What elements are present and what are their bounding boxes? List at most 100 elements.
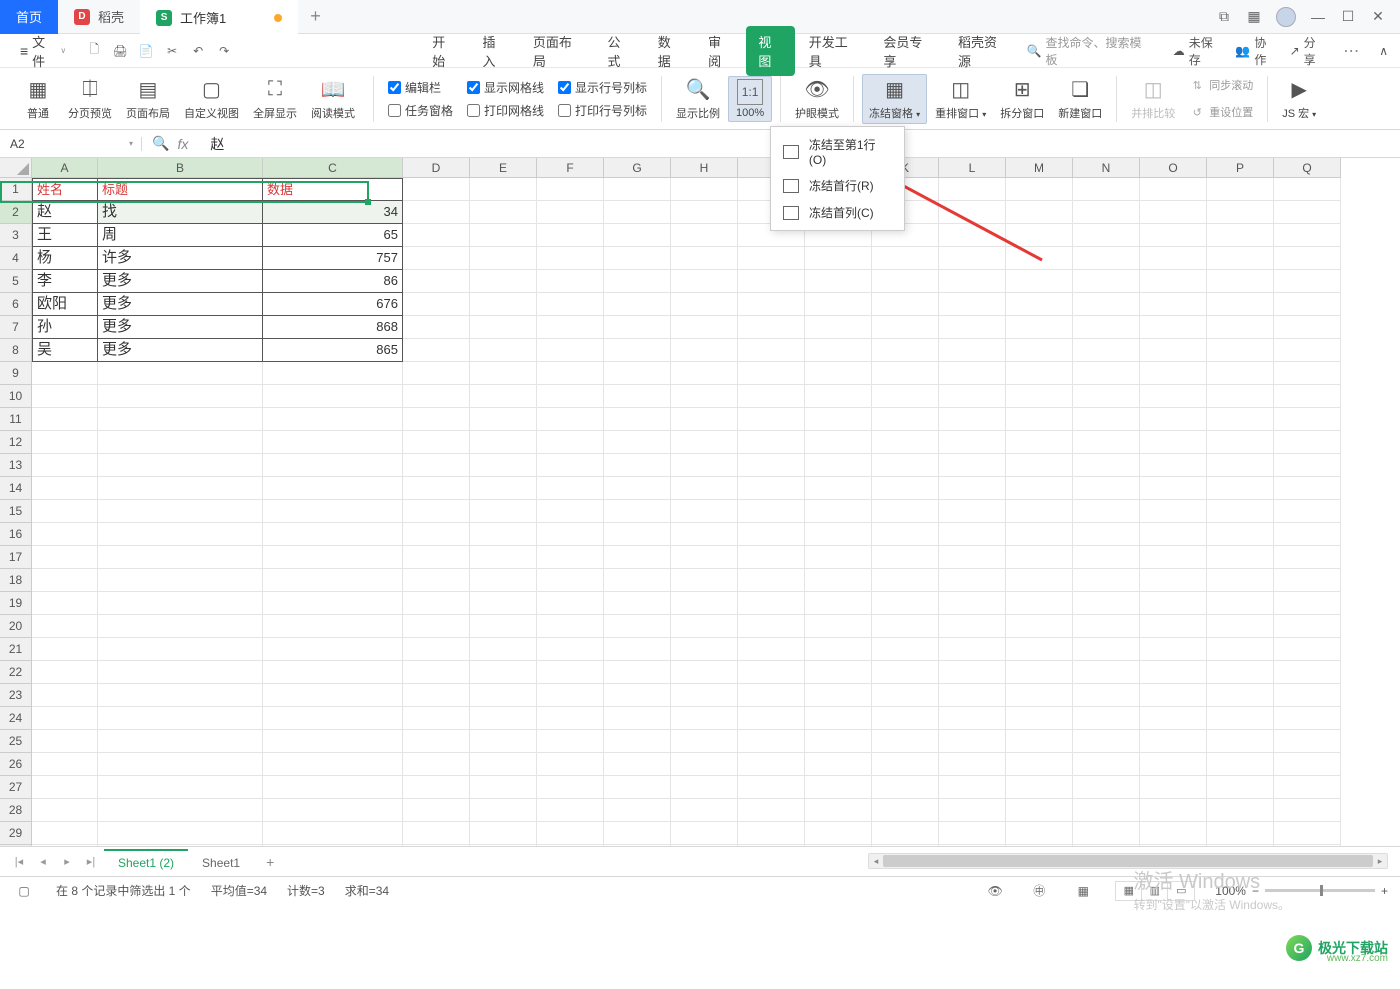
cell-B1[interactable]: 标题 [98, 178, 263, 201]
cell-E18[interactable] [470, 569, 537, 592]
cell-J23[interactable] [805, 684, 872, 707]
cell-H20[interactable] [671, 615, 738, 638]
window-minimize-icon[interactable]: — [1304, 3, 1332, 31]
cell-Q11[interactable] [1274, 408, 1341, 431]
cell-E15[interactable] [470, 500, 537, 523]
cell-J29[interactable] [805, 822, 872, 845]
cell-D6[interactable] [403, 293, 470, 316]
sheet-tab-0[interactable]: Sheet1 (2) [104, 849, 188, 875]
cell-C5[interactable]: 86 [263, 270, 403, 293]
row-header-10[interactable]: 10 [0, 385, 32, 408]
row-header-4[interactable]: 4 [0, 247, 32, 270]
cell-N5[interactable] [1073, 270, 1140, 293]
cell-O25[interactable] [1140, 730, 1207, 753]
cell-Q21[interactable] [1274, 638, 1341, 661]
cell-B20[interactable] [98, 615, 263, 638]
cell-P14[interactable] [1207, 477, 1274, 500]
cell-C9[interactable] [263, 362, 403, 385]
row-header-17[interactable]: 17 [0, 546, 32, 569]
cell-I17[interactable] [738, 546, 805, 569]
check-formula-bar[interactable]: 编辑栏 [388, 79, 453, 96]
cell-H29[interactable] [671, 822, 738, 845]
col-header-F[interactable]: F [537, 158, 604, 178]
cell-F27[interactable] [537, 776, 604, 799]
cell-K13[interactable] [872, 454, 939, 477]
cell-A21[interactable] [32, 638, 98, 661]
cell-B12[interactable] [98, 431, 263, 454]
cell-P21[interactable] [1207, 638, 1274, 661]
print-preview-icon[interactable]: 🖨 [108, 39, 132, 63]
cell-I29[interactable] [738, 822, 805, 845]
cell-A3[interactable]: 王 [32, 224, 98, 247]
cell-N14[interactable] [1073, 477, 1140, 500]
cell-L26[interactable] [939, 753, 1006, 776]
cell-E28[interactable] [470, 799, 537, 822]
cell-I5[interactable] [738, 270, 805, 293]
cell-C3[interactable]: 65 [263, 224, 403, 247]
cell-J4[interactable] [805, 247, 872, 270]
cell-G6[interactable] [604, 293, 671, 316]
view-page-preview-button[interactable]: ⎅分页预览 [62, 75, 118, 123]
cell-H4[interactable] [671, 247, 738, 270]
cell-K10[interactable] [872, 385, 939, 408]
cell-G22[interactable] [604, 661, 671, 684]
cell-J19[interactable] [805, 592, 872, 615]
cell-I18[interactable] [738, 569, 805, 592]
cell-G19[interactable] [604, 592, 671, 615]
cell-B15[interactable] [98, 500, 263, 523]
cell-C21[interactable] [263, 638, 403, 661]
cell-Q2[interactable] [1274, 201, 1341, 224]
cell-M25[interactable] [1006, 730, 1073, 753]
cell-I10[interactable] [738, 385, 805, 408]
cell-F8[interactable] [537, 339, 604, 362]
cell-K17[interactable] [872, 546, 939, 569]
col-header-N[interactable]: N [1073, 158, 1140, 178]
row-header-16[interactable]: 16 [0, 523, 32, 546]
cell-L21[interactable] [939, 638, 1006, 661]
cell-P7[interactable] [1207, 316, 1274, 339]
cell-C17[interactable] [263, 546, 403, 569]
cell-N26[interactable] [1073, 753, 1140, 776]
cell-A22[interactable] [32, 661, 98, 684]
cell-J14[interactable] [805, 477, 872, 500]
cell-N27[interactable] [1073, 776, 1140, 799]
cell-L25[interactable] [939, 730, 1006, 753]
cell-K20[interactable] [872, 615, 939, 638]
cell-A2[interactable]: 赵 [32, 201, 98, 224]
cell-N3[interactable] [1073, 224, 1140, 247]
cell-L15[interactable] [939, 500, 1006, 523]
cell-E24[interactable] [470, 707, 537, 730]
view-mode-layout-icon[interactable]: ▭ [1168, 882, 1194, 900]
col-header-E[interactable]: E [470, 158, 537, 178]
cell-M10[interactable] [1006, 385, 1073, 408]
cell-F15[interactable] [537, 500, 604, 523]
cell-O18[interactable] [1140, 569, 1207, 592]
cell-A13[interactable] [32, 454, 98, 477]
cell-I25[interactable] [738, 730, 805, 753]
cell-F23[interactable] [537, 684, 604, 707]
cell-M17[interactable] [1006, 546, 1073, 569]
view-mode-normal-icon[interactable]: ▦ [1116, 882, 1142, 900]
cell-H24[interactable] [671, 707, 738, 730]
cell-H27[interactable] [671, 776, 738, 799]
cell-B29[interactable] [98, 822, 263, 845]
col-header-B[interactable]: B [98, 158, 263, 178]
cell-L17[interactable] [939, 546, 1006, 569]
cell-Q14[interactable] [1274, 477, 1341, 500]
zoom-out-icon[interactable]: − [1252, 884, 1259, 898]
sheet-tab-1[interactable]: Sheet1 [188, 849, 254, 875]
cell-O29[interactable] [1140, 822, 1207, 845]
cell-P17[interactable] [1207, 546, 1274, 569]
cell-D17[interactable] [403, 546, 470, 569]
cell-M16[interactable] [1006, 523, 1073, 546]
cell-N6[interactable] [1073, 293, 1140, 316]
file-menu[interactable]: ≡文件∨ [12, 28, 74, 74]
cell-M27[interactable] [1006, 776, 1073, 799]
cell-F1[interactable] [537, 178, 604, 201]
cell-O15[interactable] [1140, 500, 1207, 523]
cell-J9[interactable] [805, 362, 872, 385]
cell-I8[interactable] [738, 339, 805, 362]
cell-D15[interactable] [403, 500, 470, 523]
tab-add[interactable]: + [298, 0, 333, 34]
cell-C8[interactable]: 865 [263, 339, 403, 362]
